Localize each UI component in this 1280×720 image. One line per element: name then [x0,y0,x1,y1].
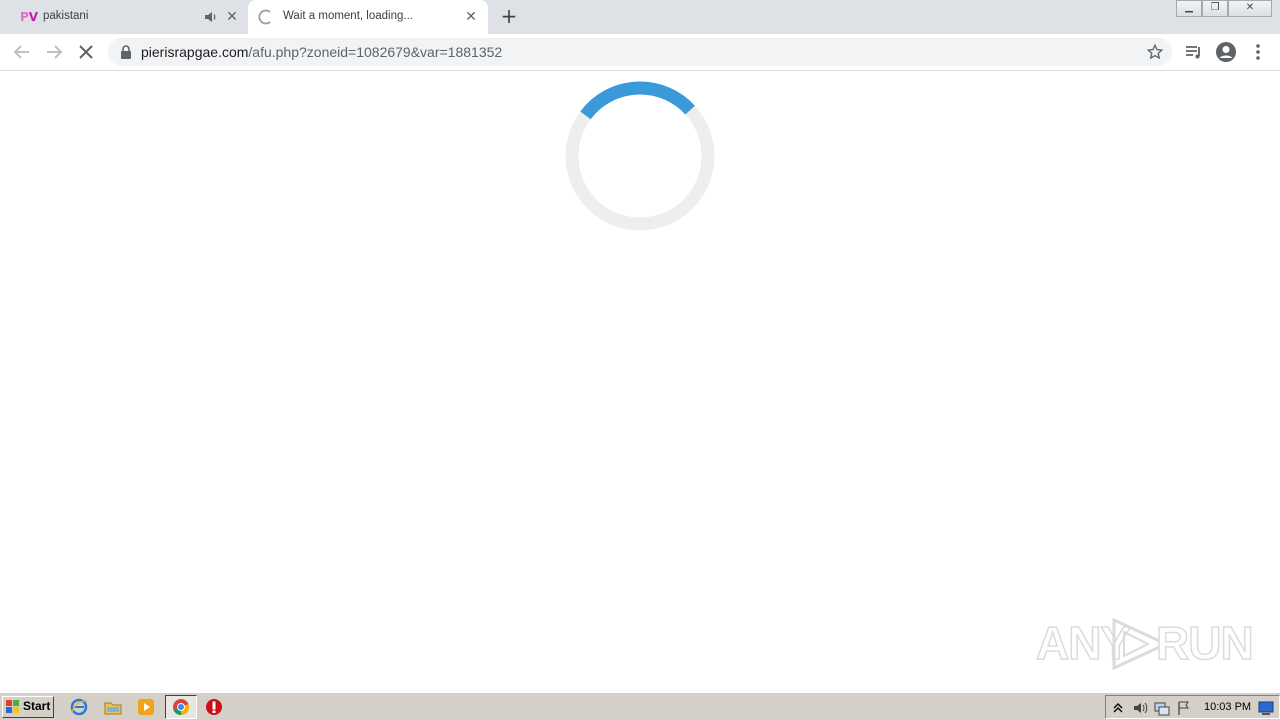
show-hidden-icons-icon[interactable] [1110,700,1126,716]
url-text[interactable]: pierisrapgae.com/afu.php?zoneid=1082679&… [141,44,502,60]
tab-strip: PV pakistani ✕ Wait a moment, loading...… [0,0,1280,34]
forward-icon[interactable] [42,40,66,64]
speaker-icon[interactable] [204,9,218,25]
opera-icon[interactable] [205,698,223,716]
close-tab-icon[interactable]: ✕ [224,9,240,25]
watermark-text-right: RUN [1155,616,1254,670]
star-icon[interactable] [1146,43,1164,61]
profile-icon[interactable] [1215,41,1237,63]
tab-favicon: PV [20,10,39,24]
show-desktop-icon[interactable] [1258,700,1274,716]
network-icon[interactable] [1154,700,1170,716]
new-tab-button[interactable]: + [498,6,520,28]
folder-icon[interactable] [104,698,122,716]
page-content: ANY RUN [0,72,1280,692]
window-controls: ▁ ❐ ✕ [1176,0,1272,18]
taskbar-chrome-button[interactable] [165,695,197,719]
media-icon[interactable] [1183,41,1205,63]
chrome-icon [173,699,190,716]
start-label: Start [23,699,51,713]
anyrun-watermark: ANY RUN [1035,612,1254,676]
browser-toolbar: pierisrapgae.com/afu.php?zoneid=1082679&… [0,34,1280,71]
tab-title: pakistani [43,10,89,22]
ie-icon[interactable] [70,698,88,716]
tab-pakistani[interactable]: PV pakistani ✕ [8,0,246,34]
url-path: /afu.php?zoneid=1082679&var=1881352 [248,44,503,60]
windows-logo-icon [6,700,19,713]
close-window-icon[interactable]: ✕ [1228,0,1272,17]
url-domain: pierisrapgae.com [141,44,249,60]
close-tab-icon[interactable]: ✕ [463,9,479,25]
loading-spinner-arc [580,81,695,120]
stop-icon[interactable] [74,40,98,64]
restore-icon[interactable]: ❐ [1202,0,1228,17]
minimize-icon[interactable]: ▁ [1176,0,1202,17]
lock-icon[interactable] [120,45,132,59]
address-bar[interactable]: pierisrapgae.com/afu.php?zoneid=1082679&… [108,38,1172,66]
system-tray: 10:03 PM [1105,695,1280,719]
media-player-icon[interactable] [137,698,155,716]
volume-icon[interactable] [1132,700,1148,716]
tab-title: Wait a moment, loading... [283,10,413,22]
tab-loading-icon [258,9,271,25]
loading-spinner [565,81,715,231]
clock[interactable]: 10:03 PM [1204,701,1251,713]
back-icon[interactable] [10,40,34,64]
tab-loading[interactable]: Wait a moment, loading... ✕ [248,0,488,34]
menu-icon[interactable] [1247,41,1269,63]
windows-taskbar: Start 10:03 PM [0,692,1280,720]
start-button[interactable]: Start [2,696,54,718]
action-center-flag-icon[interactable] [1176,700,1192,716]
